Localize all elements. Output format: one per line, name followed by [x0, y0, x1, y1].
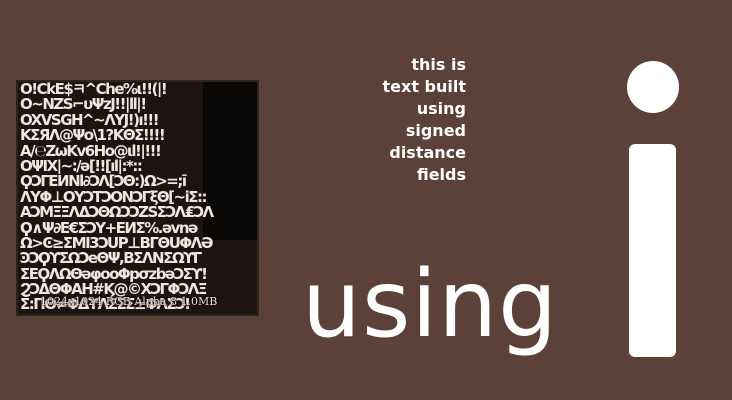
atlas-row: OΨIX|~:/ǝ[!![ıl|:*::	[20, 158, 143, 175]
paragraph-line: this is	[411, 55, 466, 74]
atlas-row: ΣΕϘΛΩΘǝφοοΦpσzbǝϽΣϒ!	[20, 266, 208, 283]
atlas-row: ®@ϽΟϽϘΞΥǝΦΣΞΣΩϽΣ>Θ	[20, 313, 257, 314]
paragraph-line: fields	[416, 165, 466, 184]
giant-i-stem	[629, 144, 676, 357]
atlas-row: AϽΜΞΞΛΔϽΘΩϽϽΖSΣϽΛ₤ϽΛ	[20, 205, 214, 221]
big-word: using	[302, 250, 559, 358]
giant-i-dot	[627, 61, 679, 113]
atlas-row: O!CkE$ㅋ^Che%ι!!(|!	[20, 82, 168, 98]
paragraph-line: using	[416, 99, 466, 118]
giant-letter-i	[627, 61, 679, 357]
atlas-row: ΛΥΦ⊥OΥϽΤϽΟΝϽΓξΘ[~iΣ::	[20, 189, 208, 206]
atlas-row: ϘϽΓEИNl∂ϽΛ[ϽΘ:)Ω>=;ī	[20, 174, 187, 190]
paragraph-line: text built	[382, 77, 467, 96]
sdf-atlas-preview: O!CkE$ㅋ^Che%ι!!(|! O~NZS⌐υΨzJ!!|ll|! OXVSG…	[16, 80, 259, 316]
atlas-row: ϿϽϘϒΣΩϽeΘΨ,BΣΛΝΣΩϒΓ	[20, 251, 202, 267]
atlas-row: KΣЯΛ@Ψo\1?KΘΣ!!!!	[20, 128, 166, 144]
atlas-row: A/℮ZωKv6Ho@ιl!|!!!	[20, 143, 162, 159]
atlas-row: Ϙ∧Ψ∂E€ΣϽΥ+EӤΣ%.ǝvnǝ	[20, 220, 198, 236]
atlas-row: O~NZS⌐υΨzJ!!|ll|!	[20, 97, 147, 113]
sdf-paragraph: this is text built using signed distance fiel…	[340, 54, 467, 186]
paragraph-line: distance	[389, 143, 466, 162]
atlas-info-label: 1024x1024 RGB Alpha 8 1.0MB	[40, 295, 218, 308]
atlas-row: Ω>Ͼ≥ΣΜΙ3ϽUP⊥BΓΘUΦΛӘ	[20, 235, 213, 252]
atlas-glyph-grid: O!CkE$ㅋ^Che%ι!!(|! O~NZS⌐υΨzJ!!|ll|! OXVSG…	[20, 82, 257, 314]
paragraph-line: signed	[405, 121, 466, 140]
atlas-row: OXVSGH^~ΛYJ!)ı!!!	[20, 112, 160, 129]
